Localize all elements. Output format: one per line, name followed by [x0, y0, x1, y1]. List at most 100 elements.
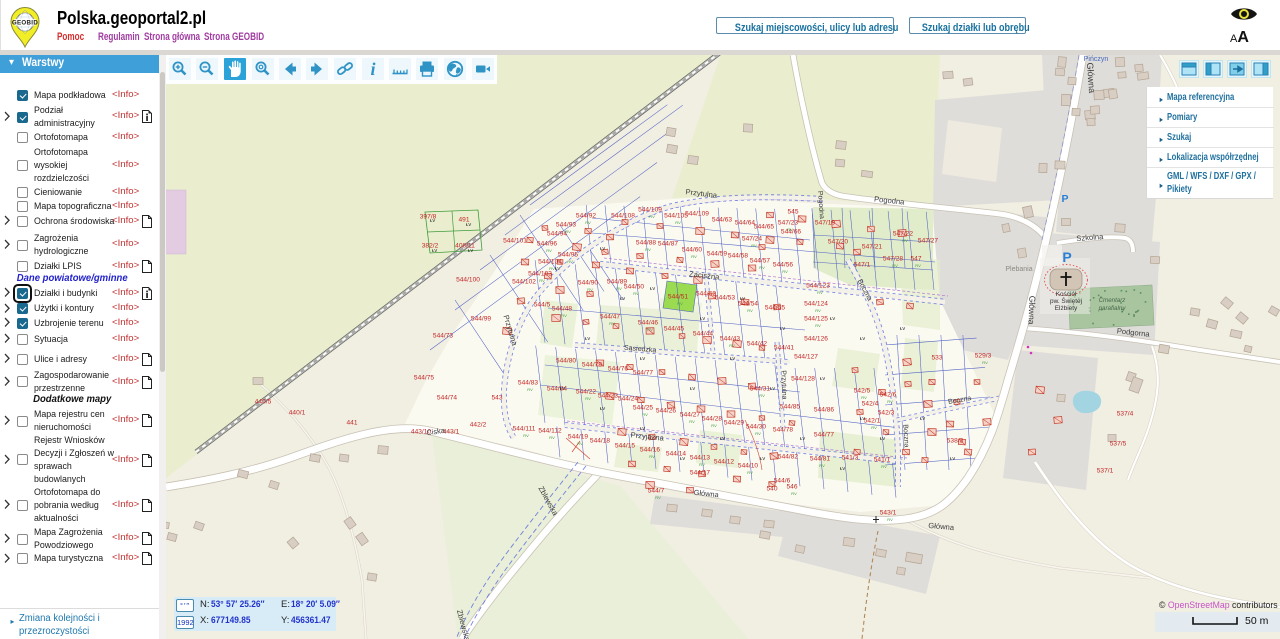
svg-text:ŁV: ŁV [640, 356, 645, 361]
svg-text:544/27: 544/27 [680, 411, 701, 418]
svg-text:537/1: 537/1 [1097, 467, 1114, 474]
svg-text:544/88: 544/88 [636, 239, 657, 246]
svg-text:544/15: 544/15 [615, 442, 636, 449]
svg-text:544/90: 544/90 [578, 279, 599, 286]
svg-text:RV: RV [649, 214, 655, 219]
svg-text:544/41: 544/41 [774, 344, 795, 351]
svg-text:RV: RV [711, 423, 717, 428]
svg-text:RV: RV [791, 491, 797, 496]
svg-text:RV: RV [871, 425, 877, 430]
svg-text:544/22: 544/22 [576, 388, 597, 395]
svg-text:544/104: 544/104 [538, 258, 562, 265]
svg-text:543/1: 543/1 [880, 509, 897, 516]
svg-text:542/4: 542/4 [862, 400, 879, 407]
svg-text:544/111: 544/111 [513, 425, 536, 432]
svg-text:544/80: 544/80 [556, 357, 577, 364]
svg-text:544/112: 544/112 [538, 427, 562, 434]
svg-text:Plebania: Plebania [1005, 266, 1032, 273]
svg-text:544/12: 544/12 [714, 458, 735, 465]
svg-text:Cmentarz: Cmentarz [1099, 297, 1127, 304]
svg-text:Przytulna: Przytulna [779, 370, 787, 400]
svg-text:ŁV: ŁV [468, 248, 473, 253]
svg-text:RV: RV [577, 441, 583, 446]
svg-text:544/53: 544/53 [715, 294, 736, 301]
svg-text:ŁV: ŁV [700, 316, 705, 321]
svg-text:544/57: 544/57 [750, 257, 771, 264]
svg-text:RV: RV [817, 290, 823, 295]
svg-text:RV: RV [759, 393, 765, 398]
svg-text:542/3: 542/3 [878, 409, 895, 416]
svg-text:544/13: 544/13 [690, 454, 711, 461]
svg-text:544/79: 544/79 [582, 361, 603, 368]
svg-text:ŁV: ŁV [466, 222, 471, 227]
svg-text:RV: RV [645, 247, 651, 252]
svg-text:547/27: 547/27 [918, 237, 939, 244]
svg-text:544/50: 544/50 [624, 283, 645, 290]
svg-text:542/6: 542/6 [880, 391, 897, 398]
svg-text:Pińczyn: Pińczyn [1084, 56, 1109, 63]
svg-text:544/45: 544/45 [664, 325, 685, 332]
svg-text:544/73: 544/73 [433, 332, 454, 339]
svg-text:RV: RV [861, 395, 867, 400]
svg-text:RV: RV [747, 308, 753, 313]
svg-text:RV: RV [647, 327, 653, 332]
svg-text:544/25: 544/25 [633, 404, 654, 411]
svg-text:544/86: 544/86 [814, 406, 835, 413]
svg-text:544/95: 544/95 [558, 251, 579, 258]
svg-text:547/24: 547/24 [742, 235, 763, 242]
svg-text:Główna: Główna [1085, 62, 1097, 93]
svg-text:544/125: 544/125 [804, 315, 828, 322]
svg-text:RV: RV [567, 259, 573, 264]
svg-text:RV: RV [633, 291, 639, 296]
svg-text:ŁV: ŁV [760, 456, 765, 461]
svg-text:440/1: 440/1 [289, 409, 306, 416]
svg-text:Boczna: Boczna [901, 424, 909, 448]
svg-text:ŁV: ŁV [432, 248, 437, 253]
svg-text:544/128: 544/128 [791, 375, 815, 382]
svg-text:544/92: 544/92 [576, 212, 597, 219]
svg-text:RV: RV [881, 464, 887, 469]
svg-text:547/22: 547/22 [893, 230, 914, 237]
svg-text:RV: RV [915, 263, 921, 268]
svg-text:ŁV: ŁV [430, 218, 435, 223]
svg-text:544/63: 544/63 [712, 216, 733, 223]
svg-text:529/3: 529/3 [975, 352, 992, 359]
svg-text:544/58: 544/58 [728, 252, 749, 259]
svg-text:RV: RV [546, 248, 552, 253]
svg-text:544/26: 544/26 [656, 407, 677, 414]
svg-text:ŁV: ŁV [780, 326, 785, 331]
svg-text:543: 543 [491, 394, 502, 401]
svg-text:i: i [370, 59, 375, 79]
svg-text:547/28: 547/28 [883, 255, 904, 262]
svg-text:ŁV: ŁV [600, 406, 605, 411]
svg-text:547/23: 547/23 [778, 219, 799, 226]
svg-text:544/5: 544/5 [534, 301, 551, 308]
svg-text:544/7: 544/7 [648, 487, 665, 494]
svg-text:441: 441 [346, 419, 357, 426]
svg-text:544/60: 544/60 [682, 246, 703, 253]
svg-text:ŁV: ŁV [600, 246, 605, 251]
svg-text:ŁV: ŁV [690, 386, 695, 391]
svg-text:542/1: 542/1 [864, 417, 881, 424]
svg-text:442/2: 442/2 [470, 421, 487, 428]
svg-text:544/96: 544/96 [537, 240, 558, 247]
svg-text:544/18: 544/18 [590, 437, 611, 444]
svg-text:544/77: 544/77 [814, 431, 835, 438]
svg-text:RV: RV [609, 321, 615, 326]
svg-text:RV: RV [675, 220, 681, 225]
svg-text:544/103: 544/103 [528, 270, 552, 277]
svg-text:440/5: 440/5 [255, 398, 272, 405]
svg-text:544/51: 544/51 [668, 293, 689, 300]
svg-text:ŁV: ŁV [830, 316, 835, 321]
svg-text:RV: RV [729, 343, 735, 348]
svg-text:ŁV: ŁV [920, 416, 925, 421]
svg-text:540: 540 [766, 485, 777, 492]
svg-text:RV: RV [565, 229, 571, 234]
svg-text:ŁV: ŁV [840, 466, 845, 471]
svg-text:RV: RV [699, 462, 705, 467]
svg-text:RV: RV [649, 454, 655, 459]
svg-text:544/31: 544/31 [750, 385, 771, 392]
svg-text:P: P [1062, 249, 1071, 265]
svg-text:RV: RV [887, 399, 893, 404]
svg-text:RV: RV [782, 269, 788, 274]
